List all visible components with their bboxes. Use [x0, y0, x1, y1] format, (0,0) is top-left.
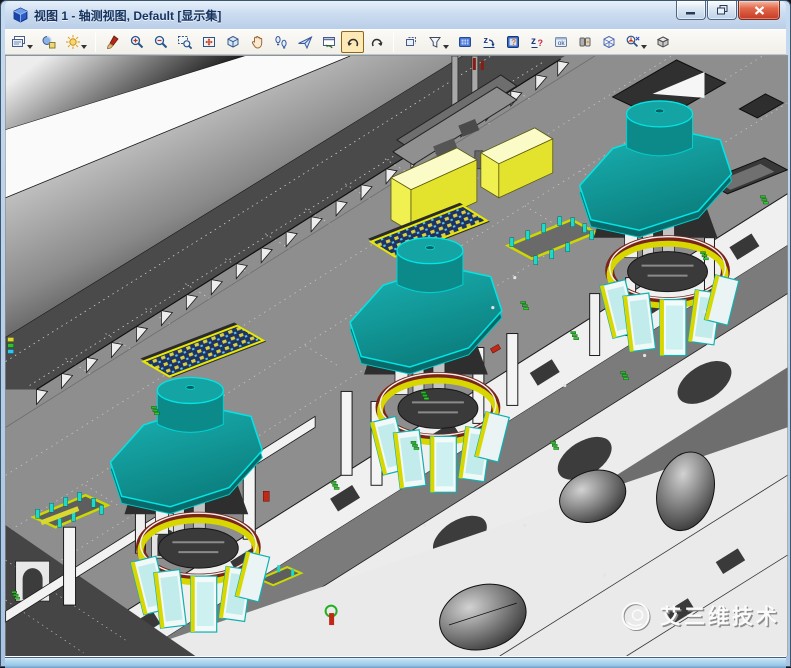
fly-icon: [297, 34, 313, 50]
undo-view-icon: [345, 34, 361, 50]
previous-view-button[interactable]: [317, 31, 340, 53]
panel-query-button[interactable]: ?: [501, 31, 524, 53]
selection-filter-icon: [427, 34, 443, 50]
display-config-button[interactable]: [7, 31, 30, 53]
watermark-text: 艾三维技术: [660, 605, 780, 629]
render-mode-icon: [41, 34, 57, 50]
svg-text:?: ?: [537, 38, 543, 48]
zoom-out-icon: [153, 34, 169, 50]
orbit-cube-button[interactable]: [221, 31, 244, 53]
toolbar: z?z?ok: [5, 29, 786, 55]
wireframe-cube-icon: [601, 34, 617, 50]
redo-view-button[interactable]: [365, 31, 388, 53]
app-cube-icon: [12, 7, 29, 24]
render-mode-button[interactable]: [37, 31, 60, 53]
svg-text:z: z: [483, 35, 488, 45]
undo-view-button[interactable]: [341, 31, 364, 53]
orbit-cube-icon: [225, 34, 241, 50]
zoom-out-button[interactable]: [149, 31, 172, 53]
zoom-in-button[interactable]: [125, 31, 148, 53]
zoom-fit-button[interactable]: [197, 31, 220, 53]
title-bar[interactable]: 视图 1 - 轴测视图, Default [显示集]: [5, 1, 786, 29]
close-icon: [754, 6, 765, 15]
work-plane-icon: [457, 34, 473, 50]
minimize-icon: [686, 6, 696, 15]
panel-query-icon: ?: [505, 34, 521, 50]
pan-hand-button[interactable]: [245, 31, 268, 53]
dropdown-caret-icon[interactable]: [81, 45, 87, 49]
restore-icon: [717, 5, 728, 15]
paint-format-icon: [105, 34, 121, 50]
svg-text:ok: ok: [557, 40, 565, 47]
lighting-icon: [65, 34, 81, 50]
dropdown-caret-icon[interactable]: [27, 45, 33, 49]
dropdown-caret-icon[interactable]: [641, 45, 647, 49]
zoom-window-button[interactable]: [173, 31, 196, 53]
dropdown-caret-icon[interactable]: [443, 45, 449, 49]
confirm-dialog-button[interactable]: ok: [549, 31, 572, 53]
measure-3d-icon: [625, 34, 641, 50]
fly-button[interactable]: [293, 31, 316, 53]
toolbar-separator: [393, 32, 394, 52]
zoom-fit-icon: [201, 34, 217, 50]
zoom-window-icon: [177, 34, 193, 50]
z-query-icon: z?: [529, 34, 545, 50]
zoom-in-icon: [129, 34, 145, 50]
measure-3d-button[interactable]: [621, 31, 644, 53]
z-order-icon: z: [481, 34, 497, 50]
pan-hand-icon: [249, 34, 265, 50]
section-clip-button[interactable]: [399, 31, 422, 53]
battery-meter-button[interactable]: [573, 31, 596, 53]
display-config-icon: [11, 34, 27, 50]
wireframe-cube-button[interactable]: [597, 31, 620, 53]
toolbar-separator: [95, 32, 96, 52]
window-title: 视图 1 - 轴测视图, Default [显示集]: [34, 7, 221, 24]
redo-view-icon: [369, 34, 385, 50]
view-window: 视图 1 - 轴测视图, Default [显示集] z?z?ok: [0, 0, 791, 667]
section-clip-icon: [403, 34, 419, 50]
shaded-cube-button[interactable]: [651, 31, 674, 53]
confirm-dialog-icon: ok: [553, 34, 569, 50]
previous-view-icon: [321, 34, 337, 50]
work-plane-button[interactable]: [453, 31, 476, 53]
shaded-cube-icon: [655, 34, 671, 50]
z-query-button[interactable]: z?: [525, 31, 548, 53]
paint-format-button[interactable]: [101, 31, 124, 53]
lighting-button[interactable]: [61, 31, 84, 53]
z-order-button[interactable]: z: [477, 31, 500, 53]
svg-text:z: z: [531, 36, 536, 47]
walk-icon: [273, 34, 289, 50]
walk-button[interactable]: [269, 31, 292, 53]
battery-meter-icon: [577, 34, 593, 50]
minimize-button[interactable]: [676, 1, 706, 20]
restore-button[interactable]: [707, 1, 737, 20]
window-bottom-border: [5, 656, 786, 668]
close-button[interactable]: [738, 1, 780, 20]
svg-text:?: ?: [511, 38, 516, 47]
viewport-3d[interactable]: 艾三维技术 艾三维技术: [5, 55, 788, 656]
selection-filter-button[interactable]: [423, 31, 446, 53]
